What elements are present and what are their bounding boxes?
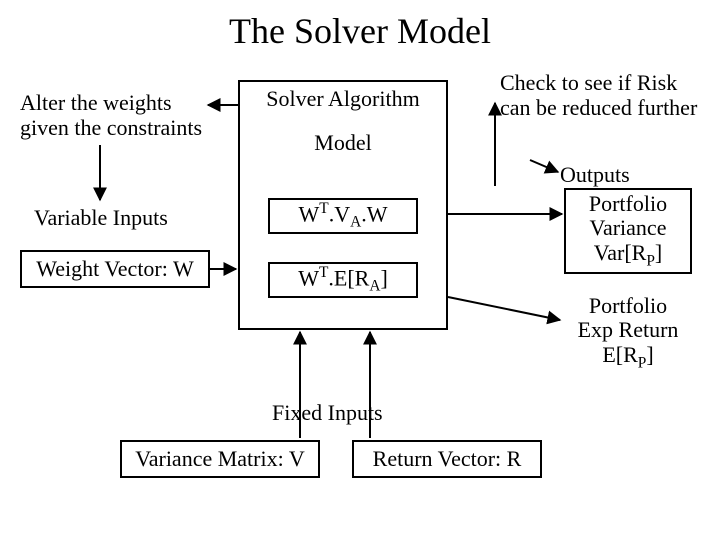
output-variance-l1: Portfolio — [589, 192, 667, 216]
outputs-label: Outputs — [560, 162, 630, 187]
variance-matrix-box: Variance Matrix: V — [120, 440, 320, 478]
fixed-inputs-label: Fixed Inputs — [272, 400, 383, 425]
formula-variance: WT.VA.W — [268, 198, 418, 234]
solver-algorithm-box: Solver Algorithm Model WT.VA.W WT.E[RA] — [238, 80, 448, 330]
model-label: Model — [240, 130, 446, 156]
output-variance-box: Portfolio Variance Var[RP] — [564, 188, 692, 274]
return-vector-label: Return Vector: R — [373, 446, 522, 472]
variance-matrix-label: Variance Matrix: V — [135, 446, 304, 472]
output-expreturn-l1: Portfolio — [589, 294, 667, 318]
weight-vector-label: Weight Vector: W — [36, 256, 194, 282]
formula-expreturn-text: WT.E[RA] — [298, 264, 388, 296]
page-title: The Solver Model — [0, 10, 720, 52]
output-expreturn-l3: E[RP] — [602, 343, 653, 372]
output-expreturn-box: Portfolio Exp Return E[RP] — [564, 290, 692, 376]
output-variance-l2: Variance — [590, 216, 667, 240]
weight-vector-box: Weight Vector: W — [20, 250, 210, 288]
solver-algorithm-label: Solver Algorithm — [240, 86, 446, 112]
formula-expreturn: WT.E[RA] — [268, 262, 418, 298]
variable-inputs-label: Variable Inputs — [34, 205, 168, 230]
check-risk-note: Check to see if Risk can be reduced furt… — [500, 70, 710, 121]
output-variance-l3: Var[RP] — [594, 241, 662, 270]
formula-variance-text: WT.VA.W — [299, 200, 388, 232]
return-vector-box: Return Vector: R — [352, 440, 542, 478]
alter-weights-note: Alter the weights given the constraints — [20, 90, 220, 141]
output-expreturn-l2: Exp Return — [578, 318, 679, 342]
